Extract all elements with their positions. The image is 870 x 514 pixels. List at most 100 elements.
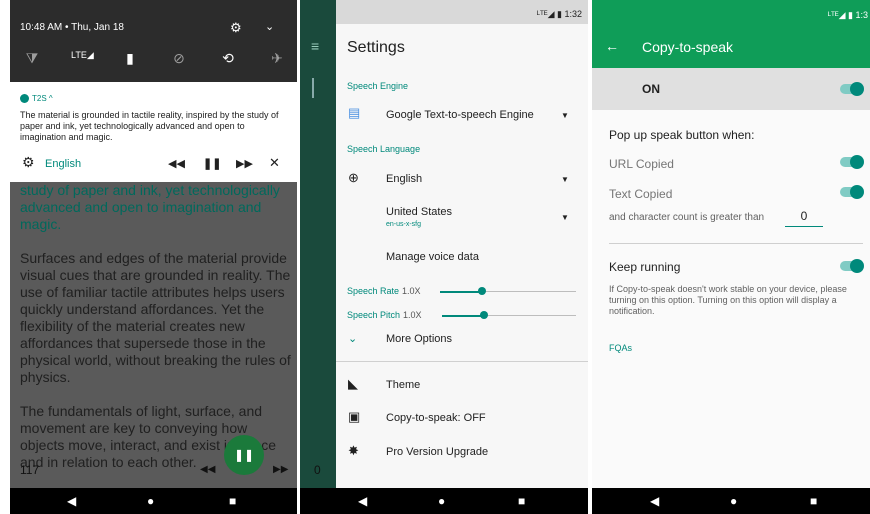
copy-to-speak-item[interactable]: Copy-to-speak: OFF xyxy=(386,412,486,424)
status-bar: ᴸᵀᴱ◢ ▮ 1:3 xyxy=(592,0,870,26)
recents-nav-icon[interactable]: ■ xyxy=(518,494,525,508)
copy-to-speak-screen: ᴸᵀᴱ◢ ▮ 1:3 ← Copy-to-speak ON Pop up spe… xyxy=(592,0,870,514)
auto-rotate-icon[interactable]: ⟲ xyxy=(218,50,238,67)
text-copied-label: Text Copied xyxy=(609,187,673,201)
more-options[interactable]: More Options xyxy=(386,333,452,345)
notification-text: The material is grounded in tactile real… xyxy=(20,110,279,142)
speech-rate-text: Speech Rate xyxy=(347,286,400,296)
pro-upgrade-item[interactable]: Pro Version Upgrade xyxy=(386,446,488,458)
master-switch-row[interactable]: ON xyxy=(592,68,870,110)
faqs-link[interactable]: FQAs xyxy=(609,343,632,353)
reader-forward-icon[interactable]: ▶▶ xyxy=(273,464,288,475)
status-bar: ᴸᵀᴱ◢ ▮ 1:32 xyxy=(336,0,588,24)
theme-icon: ◣ xyxy=(348,376,358,391)
settings-gear-icon[interactable]: ⚙ xyxy=(230,20,242,36)
wifi-off-icon[interactable]: ⧩ xyxy=(22,50,42,67)
master-switch-label: ON xyxy=(642,82,660,96)
theme-item[interactable]: Theme xyxy=(386,379,420,391)
url-copied-label: URL Copied xyxy=(609,157,674,171)
popup-header: Pop up speak button when: xyxy=(609,128,755,142)
dropdown-arrow-icon[interactable]: ▼ xyxy=(561,111,569,120)
notification-settings-icon[interactable]: ⚙ xyxy=(22,154,35,171)
notification-language[interactable]: English xyxy=(45,158,81,170)
section-divider xyxy=(609,243,863,244)
fast-forward-icon[interactable]: ▶▶ xyxy=(236,157,253,170)
home-nav-icon[interactable]: ● xyxy=(730,494,737,508)
menu-icon[interactable]: ≡ xyxy=(311,38,319,54)
system-nav-bar: ◀ ● ■ xyxy=(300,488,588,514)
speech-pitch-text: Speech Pitch xyxy=(347,310,401,320)
speech-pitch-thumb[interactable] xyxy=(480,311,488,319)
chevron-down-icon[interactable]: ⌄ xyxy=(348,332,357,345)
pro-badge-icon: ✸ xyxy=(348,443,359,458)
media-notification[interactable]: T2S ^ The material is grounded in tactil… xyxy=(10,82,297,182)
char-count-label: and character count is greater than xyxy=(609,212,765,223)
url-copied-toggle[interactable] xyxy=(840,155,864,169)
status-right: ᴸᵀᴱ◢ ▮ 1:3 xyxy=(827,10,868,20)
recents-nav-icon[interactable]: ■ xyxy=(810,494,817,508)
back-nav-icon[interactable]: ◀ xyxy=(67,494,76,508)
reader-paragraph: Surfaces and edges of the material provi… xyxy=(20,250,291,385)
reader-screen: 10:48 AM • Thu, Jan 18 ⚙ ⌄ ⧩ LTE◢ ▮ ⊘ ⟲ … xyxy=(10,0,297,514)
speech-language-header: Speech Language xyxy=(347,144,421,154)
keep-running-label: Keep running xyxy=(609,260,681,274)
dropdown-arrow-icon[interactable]: ▼ xyxy=(561,213,569,222)
back-nav-icon[interactable]: ◀ xyxy=(358,494,367,508)
speech-rate-thumb[interactable] xyxy=(478,287,486,295)
recents-nav-icon[interactable]: ■ xyxy=(229,494,236,508)
lte-signal-icon[interactable]: LTE◢ xyxy=(71,50,94,67)
status-time-date: 10:48 AM • Thu, Jan 18 xyxy=(20,22,124,33)
text-copied-toggle[interactable] xyxy=(840,185,864,199)
airplane-mode-icon[interactable]: ✈ xyxy=(267,50,287,67)
expand-chevron-icon[interactable]: ⌄ xyxy=(265,20,274,33)
speech-pitch-track[interactable] xyxy=(484,315,576,316)
speech-engine-header: Speech Engine xyxy=(347,81,409,91)
background-app[interactable]: ≡ 0 xyxy=(300,0,336,488)
page-number: 117 xyxy=(20,463,40,477)
reader-paragraph: study of paper and ink, yet technologica… xyxy=(20,182,280,232)
master-toggle[interactable] xyxy=(840,82,864,96)
region-select[interactable]: United States xyxy=(386,206,452,218)
reader-rewind-icon[interactable]: ◀◀ xyxy=(200,464,215,475)
close-icon[interactable]: ✕ xyxy=(269,155,280,171)
char-count-input[interactable]: 0 xyxy=(785,209,823,227)
home-nav-icon[interactable]: ● xyxy=(147,494,154,508)
clipboard-icon: ▣ xyxy=(348,409,361,424)
voice-id: en-us-x-sfg xyxy=(386,221,422,228)
battery-icon[interactable]: ▮ xyxy=(120,50,140,67)
manage-voice-data[interactable]: Manage voice data xyxy=(386,251,479,263)
back-arrow-icon[interactable]: ← xyxy=(605,38,619,54)
dropdown-arrow-icon[interactable]: ▼ xyxy=(561,175,569,184)
speech-rate-track[interactable] xyxy=(482,291,576,292)
back-nav-icon[interactable]: ◀ xyxy=(650,494,659,508)
speech-pitch-value: 1.0X xyxy=(403,310,422,320)
home-nav-icon[interactable]: ● xyxy=(438,494,445,508)
status-time: 1:3 xyxy=(855,10,868,20)
quick-toggles: ⧩ LTE◢ ▮ ⊘ ⟲ ✈ xyxy=(22,50,287,67)
app-bar: ← Copy-to-speak xyxy=(592,26,870,68)
speech-rate-value: 1.0X xyxy=(402,286,421,296)
speech-pitch-track-active[interactable] xyxy=(442,315,484,317)
system-nav-bar: ◀ ● ■ xyxy=(592,488,870,514)
speech-engine-select[interactable]: Google Text-to-speech Engine xyxy=(386,109,534,121)
keep-running-note: If Copy-to-speak doesn't work stable on … xyxy=(609,284,847,316)
globe-icon: ⊕ xyxy=(348,170,359,185)
settings-drawer-screen: ≡ 0 ᴸᵀᴱ◢ ▮ 1:32 Settings Speech Engine ▤… xyxy=(300,0,588,514)
keep-running-toggle[interactable] xyxy=(840,259,864,273)
dnd-off-icon[interactable]: ⊘ xyxy=(169,50,189,67)
speech-rate-track-active[interactable] xyxy=(440,291,482,293)
status-right: ᴸᵀᴱ◢ ▮ 1:32 xyxy=(536,9,582,19)
page-title: Copy-to-speak xyxy=(642,39,734,55)
language-select[interactable]: English xyxy=(386,173,422,185)
background-page-number: 0 xyxy=(314,463,321,477)
speech-rate-label: Speech Rate 1.0X xyxy=(347,286,421,296)
quick-settings-shade: 10:48 AM • Thu, Jan 18 ⚙ ⌄ ⧩ LTE◢ ▮ ⊘ ⟲ … xyxy=(10,0,297,82)
play-pause-fab[interactable]: ❚❚ xyxy=(224,435,264,475)
drawer-title: Settings xyxy=(347,39,405,56)
lte-label: LTE xyxy=(71,50,87,60)
tts-engine-icon: ▤ xyxy=(348,105,361,120)
pause-icon[interactable]: ❚❚ xyxy=(203,157,221,170)
settings-drawer: Settings Speech Engine ▤ Google Text-to-… xyxy=(336,24,588,488)
rewind-icon[interactable]: ◀◀ xyxy=(168,157,185,170)
app-name: T2S ^ xyxy=(32,94,53,103)
